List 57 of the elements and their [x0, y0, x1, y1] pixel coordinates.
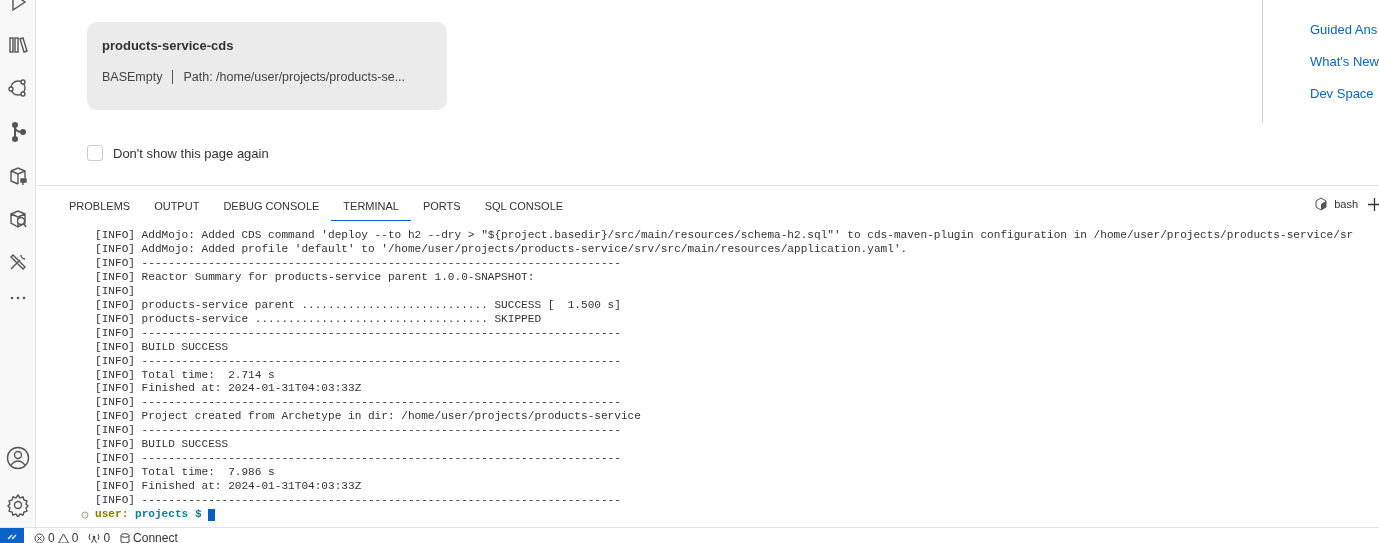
panel-tab[interactable]: OUTPUT: [142, 189, 212, 221]
terminal-line: [INFO] ------------------------------------------------------------------------: [95, 396, 622, 411]
terminal-name[interactable]: bash: [1334, 198, 1358, 210]
terminal-line: [INFO] BUILD SUCCESS: [95, 438, 230, 453]
cursor: [207, 509, 215, 522]
panel-tab[interactable]: DEBUG CONSOLE: [211, 189, 332, 221]
terminal-line: [INFO] Project created from Archetype in dir: /home/user/projects/products-service: [95, 410, 642, 425]
antenna-icon: [88, 533, 101, 543]
terminal-line: [INFO] ------------------------------------------------------------------------: [95, 354, 622, 369]
remote-button[interactable]: [0, 528, 24, 543]
error-count[interactable]: 0: [48, 531, 55, 543]
terminal-line: [INFO] ------------------------------------------------------------------------: [95, 452, 622, 467]
warning-count[interactable]: 0: [71, 531, 79, 543]
account-icon[interactable]: [5, 446, 30, 470]
plugin-icon[interactable]: [7, 166, 28, 186]
terminal-line: [INFO] Total time: 2.714 s: [95, 368, 276, 383]
warning-icon: [57, 533, 69, 543]
terminal-line: [INFO] AddMojo: Added profile 'default' to '/home/user/projects/products-service/srv/src/main/resources/application.yaml'.: [95, 242, 909, 257]
project-path: Path: /home/user/projects/products-se...: [183, 70, 406, 84]
panel-tab[interactable]: SQL CONSOLE: [472, 189, 576, 221]
terminal-line: [INFO] products-service parent ............................ SUCCESS [ 1.500 s]: [95, 298, 622, 313]
terminal-line: [INFO]: [95, 284, 136, 299]
terminal-line: [INFO] BUILD SUCCESS: [95, 340, 230, 355]
prompt-directory: projects $: [135, 508, 202, 522]
error-icon: [34, 533, 45, 543]
terminal-line: [INFO] ------------------------------------------------------------------------: [95, 326, 622, 341]
terminal-line: [INFO] AddMojo: Added CDS command 'deploy --to h2 --dry > "${project.basedir}/src/main/resources/schema-h2.sql"' to cds-maven-plugin configuration in /home/user/projects/products-service/sr: [95, 229, 1355, 243]
cube-search-icon[interactable]: [7, 209, 28, 229]
prompt-user: user:: [95, 508, 129, 522]
side-link[interactable]: Guided Ans: [1310, 21, 1379, 39]
project-template: BASEmpty: [102, 70, 163, 84]
settings-icon[interactable]: [5, 493, 30, 517]
port-count[interactable]: 0: [103, 531, 111, 543]
side-link[interactable]: Dev Space: [1310, 85, 1379, 103]
panel-tab[interactable]: TERMINAL: [331, 189, 411, 221]
project-card[interactable]: products-service-cds BASEmpty Path: /home/user/projects/products-se...: [87, 22, 447, 110]
terminal-line: [INFO] ------------------------------------------------------------------------: [95, 494, 622, 509]
nodes-icon[interactable]: [7, 78, 28, 98]
panel-tab[interactable]: PORTS: [410, 189, 473, 221]
circle-icon: [81, 511, 89, 520]
terminal-line: [INFO] Finished at: 2024-01-31T04:03:33Z: [95, 382, 363, 397]
add-icon[interactable]: [1368, 197, 1379, 211]
panel-tab[interactable]: PROBLEMS: [57, 189, 143, 221]
terminal-line: [INFO] products-service ................................... SKIPPED: [95, 312, 543, 327]
side-link[interactable]: What's New: [1310, 53, 1379, 71]
library-icon[interactable]: [7, 35, 28, 55]
terminal-line: [INFO] Finished at: 2024-01-31T04:03:33Z: [95, 480, 363, 495]
terminal-line: [INFO] Total time: 7.986 s: [95, 466, 276, 481]
connect-label[interactable]: Connect: [133, 531, 178, 543]
terminal-line: [INFO] ------------------------------------------------------------------------: [95, 424, 622, 439]
terminal-line: [INFO] Reactor Summary for products-service parent 1.0.0-SNAPSHOT:: [95, 270, 536, 285]
project-title: products-service-cds: [102, 38, 235, 53]
database-icon: [120, 533, 131, 543]
cube-icon: [1314, 197, 1329, 211]
terminal-line: [INFO] ------------------------------------------------------------------------: [95, 256, 622, 271]
checkbox[interactable]: [87, 145, 103, 161]
checkbox-label: Don't show this page again: [113, 145, 269, 161]
